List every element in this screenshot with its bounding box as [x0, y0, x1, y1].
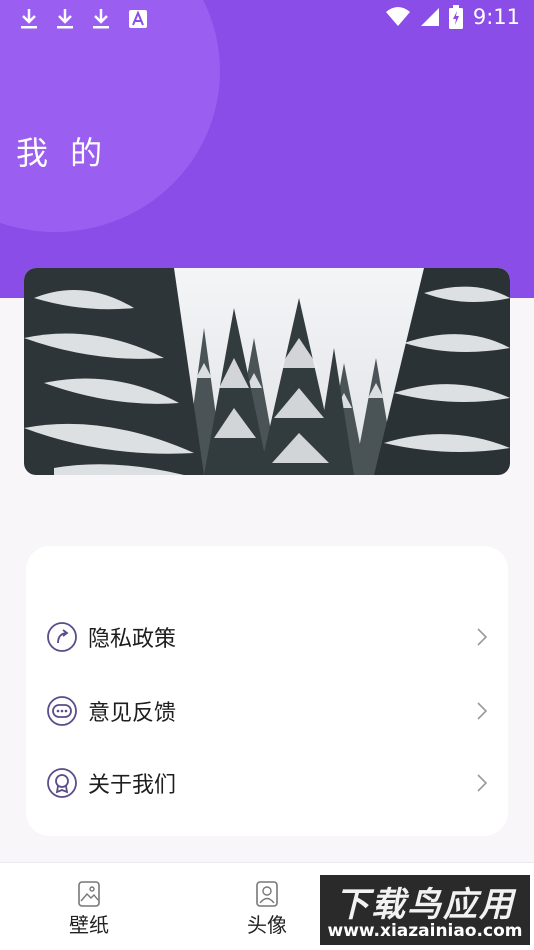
menu-item-feedback[interactable]: 意见反馈: [26, 681, 508, 741]
privacy-arrow-icon: [47, 622, 77, 652]
watermark-title: 下载鸟应用: [335, 885, 515, 925]
download-icon: [21, 9, 37, 29]
chevron-right-icon: [477, 628, 488, 646]
about-badge-icon: [47, 768, 77, 798]
feedback-chat-icon: [47, 696, 77, 726]
banner-image: [24, 268, 510, 475]
wifi-icon: [385, 7, 410, 26]
watermark-logo: 下载鸟应用 www.xiazainiao.com: [320, 875, 530, 945]
snow-forest-illustration: [24, 268, 510, 475]
status-time: 9:11: [472, 5, 520, 29]
profile-header: 9:11 我 的: [0, 0, 534, 298]
watermark-url: www.xiazainiao.com: [327, 921, 523, 941]
settings-card: 隐私政策 意见反馈 关于我们: [26, 546, 508, 836]
status-system: 9:11: [385, 5, 520, 29]
page-title: 我 的: [16, 134, 109, 172]
battery-icon: [448, 5, 463, 29]
menu-item-privacy-policy[interactable]: 隐私政策: [26, 607, 508, 667]
a-notification-icon: [129, 10, 147, 28]
status-bar: 9:11: [0, 0, 534, 38]
wallpaper-icon: [78, 881, 100, 907]
tab-avatar[interactable]: 头像: [207, 863, 327, 950]
menu-item-label: 意见反馈: [88, 701, 177, 726]
tab-label: 头像: [247, 913, 287, 937]
status-notifications: [16, 6, 148, 32]
download-icon: [93, 9, 109, 29]
download-icon: [57, 9, 73, 29]
menu-item-about-us[interactable]: 关于我们: [26, 753, 508, 813]
chevron-right-icon: [477, 774, 488, 792]
tab-label: 壁纸: [69, 913, 109, 937]
avatar-icon: [256, 881, 278, 907]
tab-wallpaper[interactable]: 壁纸: [29, 863, 149, 950]
chevron-right-icon: [477, 702, 488, 720]
signal-icon: [420, 8, 439, 26]
menu-item-label: 关于我们: [88, 773, 177, 798]
menu-item-label: 隐私政策: [88, 627, 177, 652]
